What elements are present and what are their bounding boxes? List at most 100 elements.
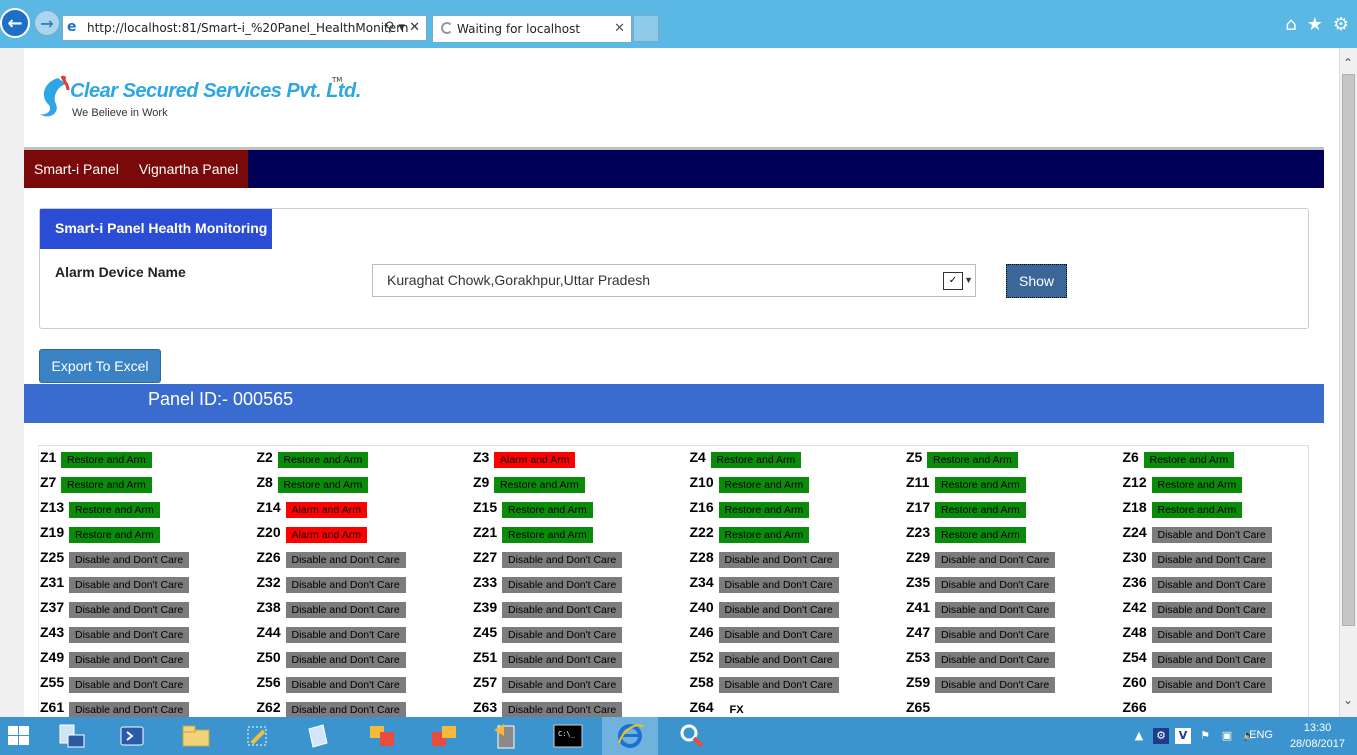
browser-tab[interactable]: Waiting for localhost ✕ (432, 15, 632, 42)
zone-status-badge: Disable and Don't Care (285, 677, 406, 693)
alarm-device-select[interactable]: Kuraghat Chowk,Gorakhpur,Uttar Pradesh ✓… (372, 264, 976, 297)
file-explorer-icon[interactable] (168, 717, 224, 755)
stop-icon[interactable]: ✕ (409, 20, 420, 35)
zone-label: Z27 (473, 549, 498, 565)
zone-status-badge: Restore and Arm (927, 452, 1018, 468)
zone-cell: Z38 Disable and Don't Care (257, 596, 474, 621)
zone-label: Z55 (40, 674, 65, 690)
zone-status-badge: Restore and Arm (494, 477, 585, 493)
favorites-star-icon[interactable]: ★ (1307, 14, 1323, 35)
zone-cell: Z41 Disable and Don't Care (906, 596, 1123, 621)
zone-label: Z56 (256, 674, 281, 690)
back-button[interactable]: ← (0, 8, 30, 38)
zone-status-badge: Disable and Don't Care (718, 652, 839, 668)
trademark: TM (332, 76, 343, 84)
zone-label: Z5 (906, 449, 923, 465)
zone-label: Z35 (906, 574, 931, 590)
new-tab-button[interactable] (633, 15, 659, 42)
zone-cell: Z61 Disable and Don't Care (40, 696, 257, 717)
tray-app-icon[interactable]: ⚙ (1153, 728, 1169, 744)
zone-label: Z51 (473, 649, 498, 665)
zone-label: Z37 (40, 599, 65, 615)
scroll-up-icon[interactable]: ⌃ (1343, 56, 1353, 70)
zone-status-badge: Disable and Don't Care (69, 577, 190, 593)
zone-status-badge: Restore and Arm (61, 477, 152, 493)
tray-network-icon[interactable]: ▣ (1219, 728, 1235, 744)
chevron-down-icon[interactable]: ✓ (943, 272, 963, 290)
tray-v-icon[interactable]: V (1175, 728, 1191, 744)
language-indicator[interactable]: ENG (1249, 729, 1273, 741)
zone-cell: Z34 Disable and Don't Care (690, 571, 907, 596)
server-manager-icon[interactable] (44, 717, 100, 755)
zone-cell: Z23 Restore and Arm (906, 521, 1123, 546)
tab-close-icon[interactable]: ✕ (614, 16, 625, 42)
zone-cell: Z26 Disable and Don't Care (257, 546, 474, 571)
forward-button[interactable]: → (34, 10, 60, 36)
zone-status-badge: Restore and Arm (1151, 502, 1243, 518)
scrollbar-thumb[interactable] (1342, 74, 1355, 626)
search-icon[interactable]: ⚲ (385, 20, 395, 35)
vertical-scrollbar[interactable]: ⌃ ⌄ (1339, 48, 1357, 717)
tray-flag-icon[interactable]: ⚑ (1197, 728, 1213, 744)
zone-label: Z22 (689, 524, 714, 540)
zone-label: Z20 (256, 524, 281, 540)
zone-label: Z29 (906, 549, 931, 565)
zone-status-badge: Disable and Don't Care (502, 702, 623, 717)
zone-label: Z66 (1122, 699, 1147, 715)
zone-label: Z41 (906, 599, 931, 615)
search-tool-icon[interactable] (664, 717, 720, 755)
zone-cell: Z18 Restore and Arm (1123, 496, 1325, 521)
zone-cell: Z47 Disable and Don't Care (906, 621, 1123, 646)
zone-status-badge: Disable and Don't Care (718, 602, 839, 618)
zone-cell: Z53 Disable and Don't Care (906, 646, 1123, 671)
zone-cell: Z11 Restore and Arm (906, 471, 1123, 496)
zone-cell: Z13 Restore and Arm (40, 496, 257, 521)
internet-explorer-icon[interactable] (602, 717, 658, 755)
zone-status-badge: Disable and Don't Care (718, 577, 839, 593)
powershell-icon[interactable] (104, 717, 160, 755)
show-button[interactable]: Show (1006, 264, 1067, 298)
zone-cell: Z54 Disable and Don't Care (1123, 646, 1325, 671)
panel-title-tab[interactable]: Smart-i Panel Health Monitoring (40, 209, 272, 249)
nav-item-smart-i-panel[interactable]: Smart-i Panel (24, 161, 129, 177)
zone-label: Z44 (256, 624, 281, 640)
zone-label: Z50 (256, 649, 281, 665)
app-icon-2[interactable] (416, 717, 472, 755)
sql-icon[interactable] (478, 717, 534, 755)
home-icon[interactable]: ⌂ (1285, 14, 1296, 35)
dropdown-icon[interactable]: ▾ (398, 20, 405, 35)
zone-cell: Z42 Disable and Don't Care (1123, 596, 1325, 621)
notepad-icon[interactable] (290, 717, 346, 755)
export-to-excel-button[interactable]: Export To Excel (39, 349, 161, 383)
app-icon[interactable] (354, 717, 410, 755)
taskbar-clock[interactable]: 13:30 28/08/2017 (1290, 720, 1345, 752)
tray-up-arrow-icon[interactable]: ▲ (1131, 728, 1147, 744)
zone-status-badge: Disable and Don't Care (69, 627, 190, 643)
tools-icon[interactable] (230, 717, 286, 755)
zone-cell: Z5 Restore and Arm (906, 446, 1123, 471)
forward-arrow-icon: → (40, 13, 54, 33)
zone-cell: Z3 Alarm and Arm (473, 446, 690, 471)
alarm-device-label: Alarm Device Name (55, 264, 186, 280)
zone-status-badge: Disable and Don't Care (718, 552, 839, 568)
scroll-down-icon[interactable]: ⌄ (1343, 693, 1353, 707)
zone-cell: Z66 (1123, 696, 1325, 717)
zone-label: Z19 (40, 524, 65, 540)
zone-status-badge: Disable and Don't Care (502, 577, 623, 593)
cmd-icon[interactable]: C:\_ (540, 717, 596, 755)
zone-status-badge: Restore and Arm (1143, 452, 1235, 468)
zone-cell: Z50 Disable and Don't Care (257, 646, 474, 671)
settings-gear-icon[interactable]: ⚙ (1333, 14, 1349, 35)
zone-cell: Z59 Disable and Don't Care (906, 671, 1123, 696)
zone-cell: Z4 Restore and Arm (690, 446, 907, 471)
company-logo[interactable]: Clear Secured Services Pvt. Ltd. TM We B… (38, 70, 361, 126)
zone-label: Z30 (1122, 549, 1147, 565)
zone-cell: Z51 Disable and Don't Care (473, 646, 690, 671)
zone-status-badge: Disable and Don't Care (285, 602, 406, 618)
nav-item-vignartha-panel[interactable]: Vignartha Panel (129, 161, 248, 177)
zone-cell: Z62 Disable and Don't Care (257, 696, 474, 717)
address-bar[interactable]: e http://localhost:81/Smart-i_%20Panel_H… (62, 15, 427, 41)
zone-status-badge: Restore and Arm (935, 527, 1026, 543)
zone-label: Z47 (906, 624, 931, 640)
zone-label: Z28 (689, 549, 714, 565)
